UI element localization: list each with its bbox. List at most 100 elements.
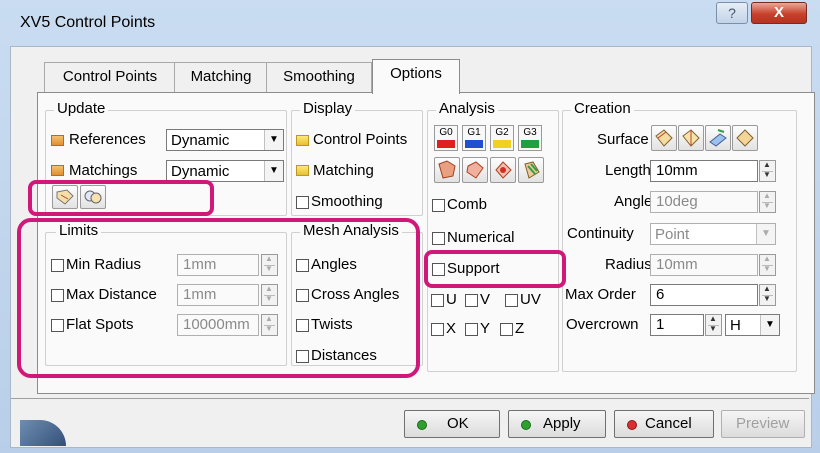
curvature-analysis-button[interactable]	[462, 157, 488, 183]
creation-group-label: Creation	[571, 101, 634, 117]
matchings-indicator-icon	[51, 165, 64, 176]
update-group-label: Update	[54, 101, 109, 117]
analysis-group-label: Analysis	[436, 101, 498, 117]
max-order-stepper[interactable]	[759, 284, 776, 306]
length-field[interactable]: 10mm	[650, 160, 758, 182]
continuity-select-value: Point	[655, 226, 690, 243]
chevron-down-icon[interactable]: ▼	[264, 161, 283, 181]
preview-label: Preview	[736, 415, 790, 432]
comb-label: Comb	[447, 196, 488, 213]
distance-analysis-button[interactable]	[434, 157, 460, 183]
references-indicator-icon	[51, 135, 64, 146]
g1-color-swatch	[465, 140, 483, 148]
g1-continuity-button[interactable]: G1	[462, 125, 486, 151]
max-order-label: Max Order	[565, 286, 636, 303]
g3-continuity-button[interactable]: G3	[518, 125, 542, 151]
cancel-status-icon	[627, 420, 637, 430]
angle-stepper[interactable]	[759, 191, 776, 213]
g0-continuity-button[interactable]: G0	[434, 125, 458, 151]
ok-label: OK	[447, 415, 469, 432]
ok-button[interactable]: OK	[404, 410, 500, 438]
window-title: XV5 Control Points	[20, 14, 156, 31]
curvature-analysis-icon	[466, 161, 484, 179]
v-checkbox[interactable]	[465, 294, 478, 307]
reflection-analysis-button[interactable]	[518, 157, 544, 183]
surface-type-1-button[interactable]	[651, 125, 677, 151]
tab-matching[interactable]: Matching	[174, 62, 268, 93]
surface-type-3-button[interactable]	[705, 125, 731, 151]
surface-label: Surface	[597, 131, 649, 148]
surface-extrude-icon	[709, 129, 727, 147]
references-select[interactable]: Dynamic ▼	[166, 129, 284, 151]
overcrown-field[interactable]: 1	[650, 314, 704, 336]
angle-label: Angle	[614, 193, 653, 210]
length-stepper[interactable]	[759, 160, 776, 182]
radius-field[interactable]: 10mm	[650, 254, 758, 276]
apply-status-icon	[521, 420, 531, 430]
chevron-down-icon[interactable]: ▼	[760, 315, 779, 335]
uv-label: UV	[520, 291, 541, 308]
numerical-label: Numerical	[447, 229, 515, 246]
continuity-select[interactable]: Point ▼	[650, 223, 776, 245]
z-checkbox[interactable]	[500, 323, 513, 336]
matching-label: Matching	[313, 162, 374, 179]
help-button[interactable]: ?	[716, 2, 748, 24]
tab-smoothing[interactable]: Smoothing	[266, 62, 372, 93]
chevron-down-icon[interactable]: ▼	[756, 224, 775, 244]
z-label: Z	[515, 320, 525, 337]
surface-patch-2-icon	[682, 129, 700, 147]
y-label: Y	[480, 320, 491, 337]
matching-indicator-icon	[296, 165, 309, 176]
apply-label: Apply	[543, 415, 581, 432]
matchings-select[interactable]: Dynamic ▼	[166, 160, 284, 182]
radius-stepper[interactable]	[759, 254, 776, 276]
uv-checkbox[interactable]	[505, 294, 518, 307]
overcrown-label: Overcrown	[566, 316, 639, 333]
length-label: Length	[605, 162, 651, 179]
surface-patch-icon	[655, 129, 673, 147]
matchings-select-value: Dynamic	[171, 163, 230, 180]
cancel-button[interactable]: Cancel	[614, 410, 714, 438]
max-order-field[interactable]: 6	[650, 284, 758, 306]
matchings-label: Matchings	[69, 162, 138, 179]
continuity-label: Continuity	[567, 225, 634, 242]
reflection-analysis-icon	[524, 161, 540, 179]
references-select-value: Dynamic	[171, 132, 230, 149]
g2-color-swatch	[493, 140, 511, 148]
v-label: V	[480, 291, 491, 308]
limits-mesh-highlight	[17, 218, 420, 378]
g3-color-swatch	[521, 140, 539, 148]
distance-analysis-icon	[438, 160, 456, 179]
overcrown-axis-select[interactable]: H ▼	[725, 314, 780, 336]
title-bar[interactable]: XV5 Control Points ? X	[0, 0, 820, 46]
references-label: References	[69, 131, 146, 148]
u-label: U	[446, 291, 457, 308]
control-points-indicator-icon	[296, 135, 309, 146]
comb-checkbox[interactable]	[432, 199, 445, 212]
angle-field[interactable]: 10deg	[650, 191, 758, 213]
surface-patch-3-icon	[736, 129, 754, 147]
x-checkbox[interactable]	[431, 323, 444, 336]
highlight-analysis-button[interactable]	[490, 157, 516, 183]
numerical-checkbox[interactable]	[432, 232, 445, 245]
surface-type-4-button[interactable]	[732, 125, 758, 151]
smoothing-checkbox[interactable]	[296, 196, 309, 209]
x-label: X	[446, 320, 457, 337]
tab-options[interactable]: Options	[372, 59, 460, 94]
highlight-analysis-icon	[495, 161, 512, 179]
chevron-down-icon[interactable]: ▼	[264, 130, 283, 150]
tab-control-points[interactable]: Control Points	[44, 62, 176, 93]
support-highlight	[424, 250, 566, 288]
y-checkbox[interactable]	[465, 323, 478, 336]
preview-button[interactable]: Preview	[721, 410, 805, 438]
overcrown-axis-value: H	[730, 317, 741, 334]
surface-type-2-button[interactable]	[678, 125, 704, 151]
apply-button[interactable]: Apply	[508, 410, 606, 438]
g2-continuity-button[interactable]: G2	[490, 125, 514, 151]
close-button[interactable]: X	[751, 2, 807, 24]
u-checkbox[interactable]	[431, 294, 444, 307]
g0-color-swatch	[437, 140, 455, 148]
smoothing-label: Smoothing	[311, 193, 383, 210]
control-points-label: Control Points	[313, 131, 408, 148]
overcrown-stepper[interactable]	[705, 314, 722, 336]
